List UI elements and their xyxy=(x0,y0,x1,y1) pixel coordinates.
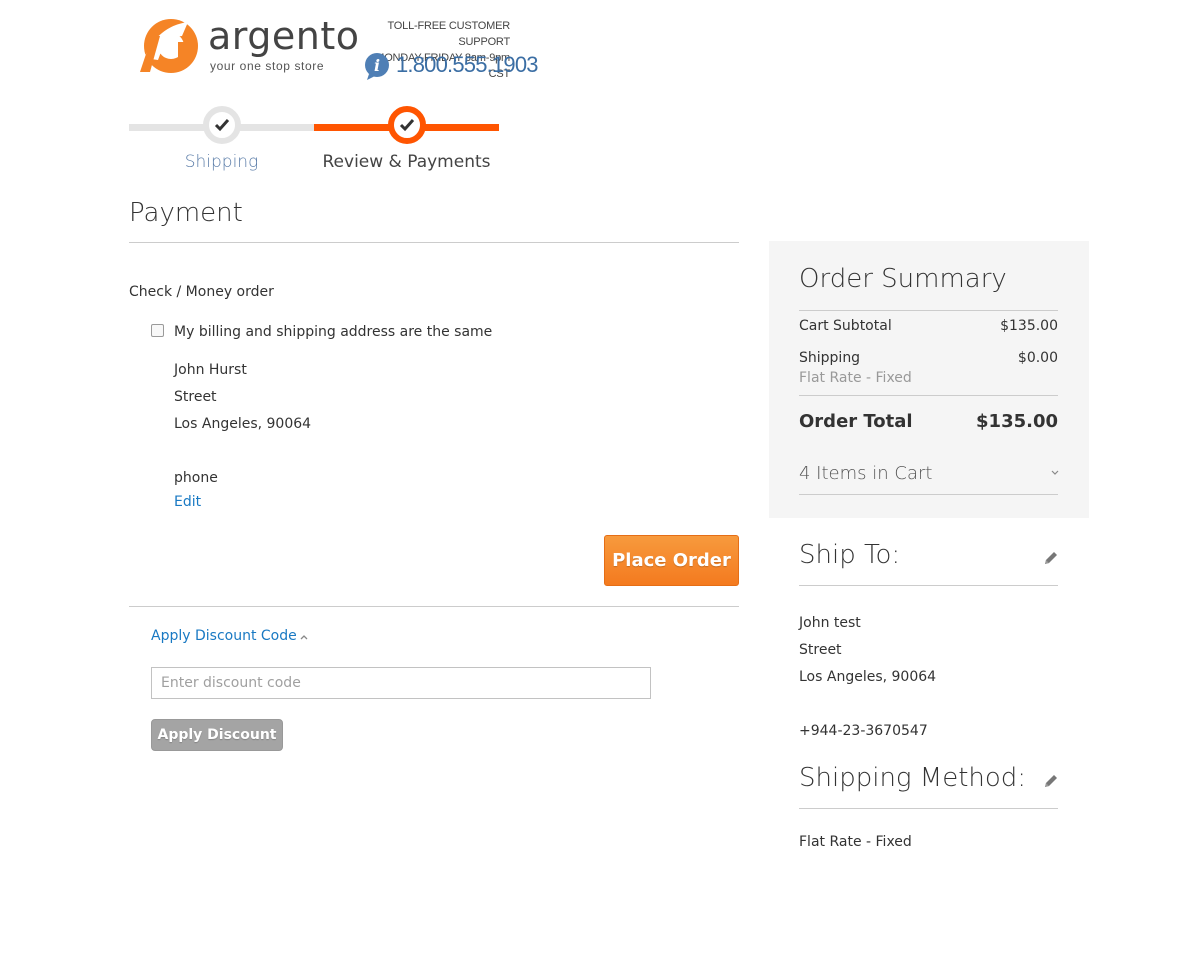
summary-title-divider xyxy=(799,310,1058,311)
check-icon xyxy=(214,119,230,132)
checkout-progress-bar: Shipping Review & Payments xyxy=(129,104,499,176)
support-phone-number[interactable]: 1.800.555.1903 xyxy=(396,52,539,78)
billing-blank-line xyxy=(174,438,311,465)
ship-to-address: John test Street Los Angeles, 90064 +944… xyxy=(799,610,936,745)
chevron-up-icon[interactable] xyxy=(298,631,310,643)
apply-discount-toggle[interactable]: Apply Discount Code xyxy=(151,628,297,644)
shipping-value: $0.00 xyxy=(1017,350,1058,366)
step-review-label: Review & Payments xyxy=(322,152,491,172)
billing-address: John Hurst Street Los Angeles, 90064 pho… xyxy=(174,357,311,492)
step-shipping-marker xyxy=(203,106,241,144)
summary-total-divider xyxy=(799,395,1058,396)
shipping-method-divider xyxy=(799,808,1058,809)
cart-subtotal-label: Cart Subtotal xyxy=(799,318,892,334)
support-line-1: TOLL-FREE CUSTOMER SUPPORT xyxy=(387,20,510,48)
ship-to-street: Street xyxy=(799,642,842,658)
shipping-row: Shipping $0.00 xyxy=(799,350,1058,366)
order-total-value: $135.00 xyxy=(976,411,1058,432)
step-shipping-link[interactable]: Shipping xyxy=(129,152,314,172)
info-icon: i xyxy=(365,53,389,80)
shipping-label: Shipping xyxy=(799,350,861,366)
billing-name: John Hurst xyxy=(174,362,247,378)
chevron-down-icon[interactable] xyxy=(1050,467,1060,477)
cart-subtotal-value: $135.00 xyxy=(1000,318,1058,334)
edit-billing-link[interactable]: Edit xyxy=(174,494,201,510)
billing-street: Street xyxy=(174,389,217,405)
place-order-button[interactable]: Place Order xyxy=(604,535,739,586)
logo-tagline: your one stop store xyxy=(210,59,325,73)
same-address-label[interactable]: My billing and shipping address are the … xyxy=(174,324,492,340)
ship-to-title: Ship To: xyxy=(799,540,901,570)
ship-to-name: John test xyxy=(799,615,861,631)
payment-title-divider xyxy=(129,242,739,243)
items-in-cart-toggle[interactable]: 4 Items in Cart xyxy=(799,463,1058,484)
argento-logo-icon xyxy=(140,19,198,73)
discount-divider xyxy=(129,606,739,607)
order-summary-title: Order Summary xyxy=(799,264,1007,294)
logo-wordmark: argento xyxy=(208,14,360,58)
billing-city-zip: Los Angeles, 90064 xyxy=(174,416,312,432)
store-logo[interactable]: argento your one stop store xyxy=(138,14,359,80)
order-total-row: Order Total $135.00 xyxy=(799,411,1058,432)
ship-to-phone: +944-23-3670547 xyxy=(799,723,928,739)
discount-code-input[interactable] xyxy=(151,667,651,699)
shipping-method-value: Flat Rate - Fixed xyxy=(799,834,912,850)
svg-text:i: i xyxy=(374,56,380,75)
payment-title: Payment xyxy=(129,198,243,228)
support-phone: i 1.800.555.1903 xyxy=(362,50,539,80)
items-cart-divider xyxy=(799,494,1058,495)
payment-method-label[interactable]: Check / Money order xyxy=(129,284,274,300)
pencil-icon[interactable] xyxy=(1042,549,1060,567)
customer-support-block: TOLL-FREE CUSTOMER SUPPORT MONDAY-FRIDAY… xyxy=(362,18,539,82)
shipping-method-note: Flat Rate - Fixed xyxy=(799,370,912,386)
shipping-method-title: Shipping Method: xyxy=(799,763,1027,793)
check-icon xyxy=(399,119,415,132)
same-address-checkbox[interactable] xyxy=(151,324,164,337)
cart-subtotal-row: Cart Subtotal $135.00 xyxy=(799,318,1058,334)
billing-phone: phone xyxy=(174,470,218,486)
ship-to-divider xyxy=(799,585,1058,586)
order-total-label: Order Total xyxy=(799,411,913,432)
ship-to-blank-line xyxy=(799,691,936,718)
ship-to-city-zip: Los Angeles, 90064 xyxy=(799,669,937,685)
pencil-icon[interactable] xyxy=(1042,772,1060,790)
apply-discount-button[interactable]: Apply Discount xyxy=(151,719,283,751)
step-review-marker xyxy=(388,106,426,144)
